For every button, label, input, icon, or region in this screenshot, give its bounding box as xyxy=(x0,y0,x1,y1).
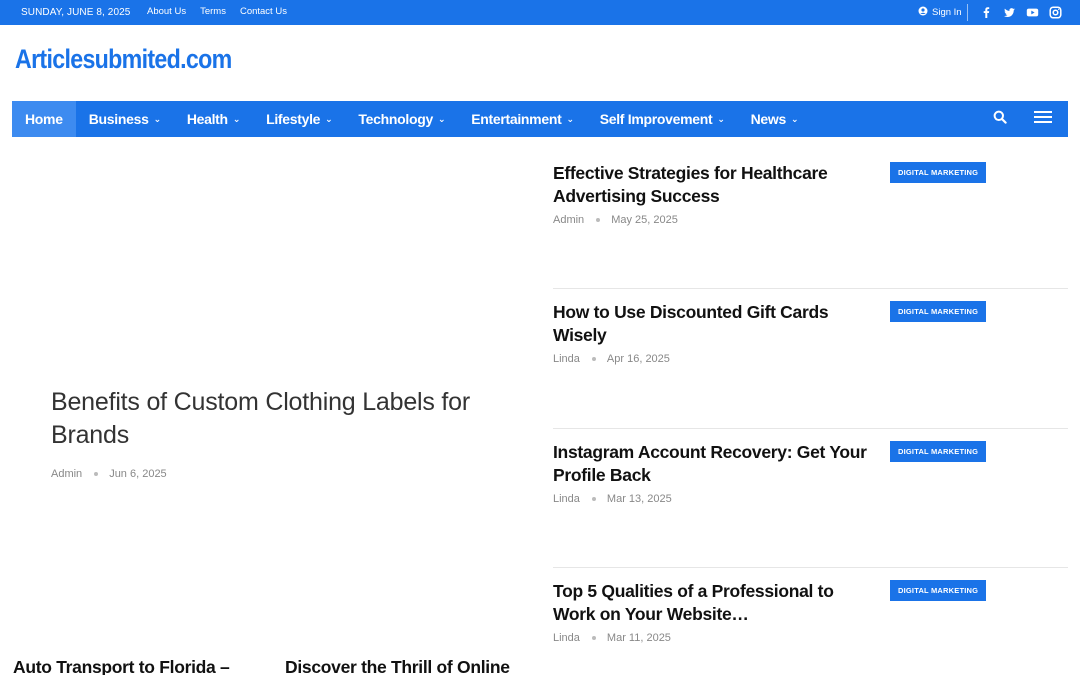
site-logo[interactable]: Articlesubmited.com xyxy=(15,44,232,75)
hamburger-icon xyxy=(1034,110,1052,129)
nav-item-technology[interactable]: Technology ⌄ xyxy=(345,101,458,137)
sign-in-label: Sign In xyxy=(932,7,962,18)
list-item: Top 5 Qualities of a Professional to Wor… xyxy=(553,580,1068,644)
category-badge[interactable]: DIGITAL MARKETING xyxy=(890,162,987,183)
post-title[interactable]: Instagram Account Recovery: Get Your Pro… xyxy=(553,441,873,487)
nav-actions xyxy=(982,101,1068,137)
facebook-icon[interactable] xyxy=(980,6,993,19)
terms-link[interactable]: Terms xyxy=(200,6,226,17)
post-meta: Linda Apr 16, 2025 xyxy=(553,353,1068,365)
meta-separator xyxy=(94,472,99,476)
search-icon xyxy=(993,110,1007,129)
chevron-down-icon: ⌄ xyxy=(232,113,241,124)
chevron-down-icon: ⌄ xyxy=(717,113,725,124)
chevron-down-icon: ⌄ xyxy=(437,113,446,124)
post-title[interactable]: Top 5 Qualities of a Professional to Wor… xyxy=(553,580,873,626)
youtube-icon[interactable] xyxy=(1026,6,1039,19)
category-badge[interactable]: DIGITAL MARKETING xyxy=(890,301,987,322)
post-meta: Admin May 25, 2025 xyxy=(553,214,1068,226)
user-icon xyxy=(918,6,928,19)
list-item: Effective Strategies for Healthcare Adve… xyxy=(553,162,1068,289)
about-us-link[interactable]: About Us xyxy=(147,6,186,17)
category-badge[interactable]: DIGITAL MARKETING xyxy=(890,441,987,462)
top-bar: SUNDAY, JUNE 8, 2025 About Us Terms Cont… xyxy=(0,0,1080,25)
chevron-down-icon: ⌄ xyxy=(325,113,333,124)
nav-item-label: News xyxy=(750,111,787,127)
nav-item-label: Technology xyxy=(358,111,433,127)
twitter-icon[interactable] xyxy=(1003,6,1016,19)
search-button[interactable] xyxy=(982,101,1018,137)
category-badge[interactable]: DIGITAL MARKETING xyxy=(890,580,987,601)
nav-item-label: Health xyxy=(186,111,228,127)
nav-item-entertainment[interactable]: Entertainment ⌄ xyxy=(458,101,586,137)
post-title[interactable]: How to Use Discounted Gift Cards Wisely xyxy=(553,301,873,347)
post-author[interactable]: Linda xyxy=(553,632,580,644)
nav-item-news[interactable]: News ⌄ xyxy=(738,101,812,137)
divider xyxy=(553,428,1068,429)
post-meta: Linda Mar 11, 2025 xyxy=(553,632,1068,644)
post-date: Apr 16, 2025 xyxy=(606,353,670,365)
nav-item-label: Business xyxy=(88,111,149,127)
nav-item-label: Self Improvement xyxy=(599,111,713,127)
post-meta: Linda Mar 13, 2025 xyxy=(553,493,1068,505)
nav-item-label: Home xyxy=(25,111,63,127)
current-date: SUNDAY, JUNE 8, 2025 xyxy=(21,7,131,18)
post-author[interactable]: Admin xyxy=(553,214,584,226)
post-author[interactable]: Linda xyxy=(553,493,580,505)
list-item: How to Use Discounted Gift Cards Wisely … xyxy=(553,301,1068,429)
featured-post-meta: Admin Jun 6, 2025 xyxy=(51,468,167,480)
social-links xyxy=(980,6,1062,19)
nav-item-lifestyle[interactable]: Lifestyle ⌄ xyxy=(253,101,345,137)
instagram-icon[interactable] xyxy=(1049,6,1062,19)
post-title[interactable]: Discover the Thrill of Online xyxy=(285,657,510,675)
meta-separator xyxy=(591,497,596,501)
nav-item-label: Lifestyle xyxy=(266,111,321,127)
post-title[interactable]: Effective Strategies for Healthcare Adve… xyxy=(553,162,873,208)
meta-separator xyxy=(596,218,601,222)
post-date: May 25, 2025 xyxy=(611,214,678,226)
divider xyxy=(967,4,968,21)
hamburger-menu-button[interactable] xyxy=(1018,101,1068,137)
divider xyxy=(553,567,1068,568)
chevron-down-icon: ⌄ xyxy=(153,113,162,124)
nav-item-label: Entertainment xyxy=(471,111,562,127)
post-title[interactable]: Auto Transport to Florida – xyxy=(13,657,230,675)
featured-post-title[interactable]: Benefits of Custom Clothing Labels for B… xyxy=(51,386,511,452)
nav-item-health[interactable]: Health ⌄ xyxy=(174,101,253,137)
post-date: Mar 11, 2025 xyxy=(606,632,671,644)
list-item: Instagram Account Recovery: Get Your Pro… xyxy=(553,441,1068,568)
top-links: About Us Terms Contact Us xyxy=(147,6,287,17)
chevron-down-icon: ⌄ xyxy=(566,113,574,124)
post-date: Jun 6, 2025 xyxy=(109,468,167,480)
post-author[interactable]: Linda xyxy=(553,353,580,365)
meta-separator xyxy=(591,357,596,361)
post-author[interactable]: Admin xyxy=(51,468,82,480)
meta-separator xyxy=(591,636,596,640)
chevron-down-icon: ⌄ xyxy=(791,113,799,124)
divider xyxy=(553,288,1068,289)
nav-item-business[interactable]: Business ⌄ xyxy=(76,101,174,137)
main-nav: Home Business ⌄ Health ⌄ Lifestyle ⌄ Techno… xyxy=(12,101,1068,137)
nav-item-home[interactable]: Home xyxy=(12,101,76,137)
sign-in-button[interactable]: Sign In xyxy=(918,6,962,19)
contact-us-link[interactable]: Contact Us xyxy=(240,6,287,17)
nav-item-self-improvement[interactable]: Self Improvement ⌄ xyxy=(587,101,738,137)
post-date: Mar 13, 2025 xyxy=(606,493,672,505)
